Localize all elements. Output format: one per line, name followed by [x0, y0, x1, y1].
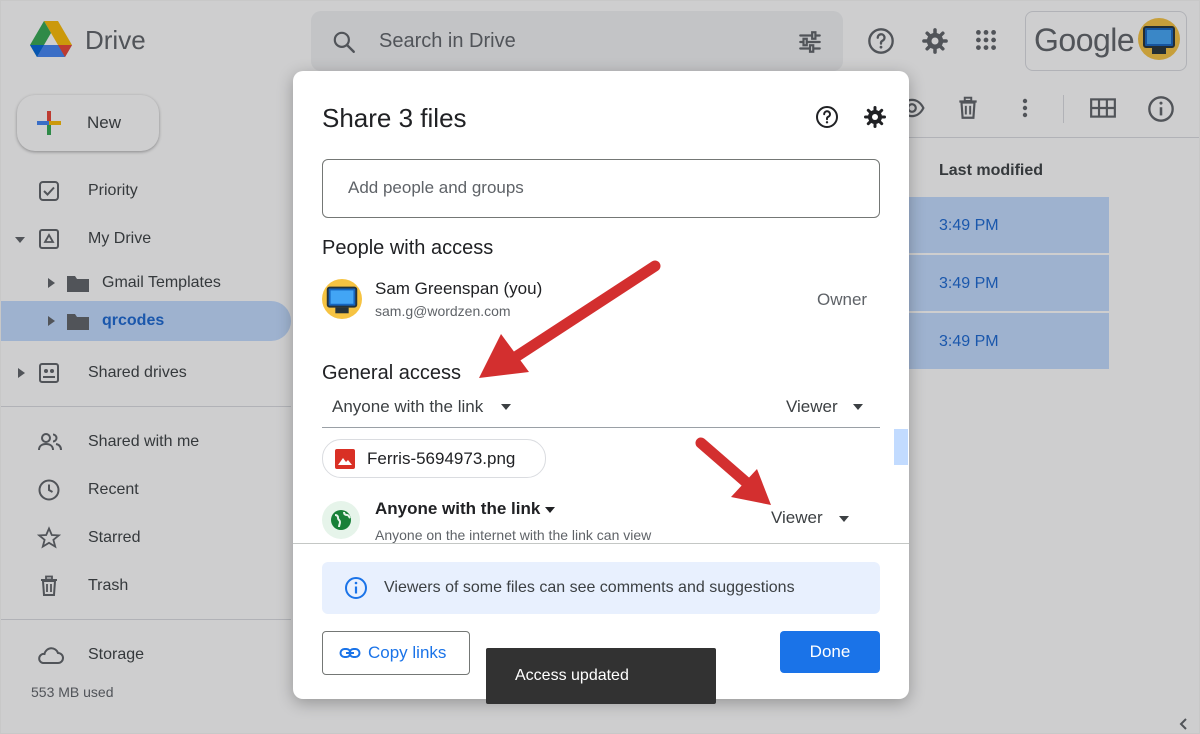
- avatar: [322, 279, 362, 319]
- dialog-scrollbar[interactable]: [894, 429, 908, 465]
- add-people-input[interactable]: [324, 161, 868, 214]
- general-role-dropdown[interactable]: Viewer: [786, 397, 838, 417]
- file-chip[interactable]: Ferris-5694973.png: [322, 439, 546, 478]
- add-people-field[interactable]: [322, 159, 880, 218]
- snackbar-text: Access updated: [515, 667, 629, 684]
- owner-role: Owner: [817, 290, 868, 309]
- link-access-dropdown[interactable]: Anyone with the link: [375, 499, 540, 519]
- dropdown-caret-icon[interactable]: [544, 506, 556, 514]
- people-with-access-heading: People with access: [322, 237, 494, 259]
- done-label: Done: [809, 642, 851, 661]
- info-text: Viewers of some files can see comments a…: [384, 579, 795, 596]
- gear-icon[interactable]: [863, 105, 887, 129]
- info-banner: Viewers of some files can see comments a…: [322, 562, 880, 614]
- dropdown-caret-icon[interactable]: [852, 403, 864, 411]
- general-access-heading: General access: [322, 362, 461, 384]
- copy-links-button[interactable]: Copy links: [322, 631, 470, 675]
- dropdown-caret-icon[interactable]: [838, 515, 850, 523]
- image-file-icon: [335, 449, 355, 469]
- link-icon: [339, 648, 361, 658]
- copy-links-label: Copy links: [368, 643, 447, 662]
- dialog-divider: [293, 543, 909, 544]
- done-button[interactable]: Done: [780, 631, 880, 673]
- annotation-arrow-icon: [695, 437, 771, 505]
- snackbar: Access updated: [486, 648, 716, 704]
- file-chip-label: Ferris-5694973.png: [367, 449, 516, 468]
- dialog-title: Share 3 files: [322, 103, 467, 133]
- link-role-dropdown[interactable]: Viewer: [771, 508, 823, 528]
- link-access-description: Anyone on the internet with the link can…: [375, 527, 652, 543]
- general-access-dropdown[interactable]: Anyone with the link: [332, 397, 483, 417]
- app-window: Drive Search in Drive Google New Priorit…: [0, 0, 1200, 734]
- annotation-arrow-icon: [479, 260, 661, 378]
- dropdown-caret-icon[interactable]: [500, 403, 512, 411]
- info-icon: [345, 577, 367, 599]
- general-access-row: Anyone with the link Viewer: [322, 389, 880, 428]
- globe-icon: [322, 501, 360, 539]
- help-icon[interactable]: [815, 105, 839, 129]
